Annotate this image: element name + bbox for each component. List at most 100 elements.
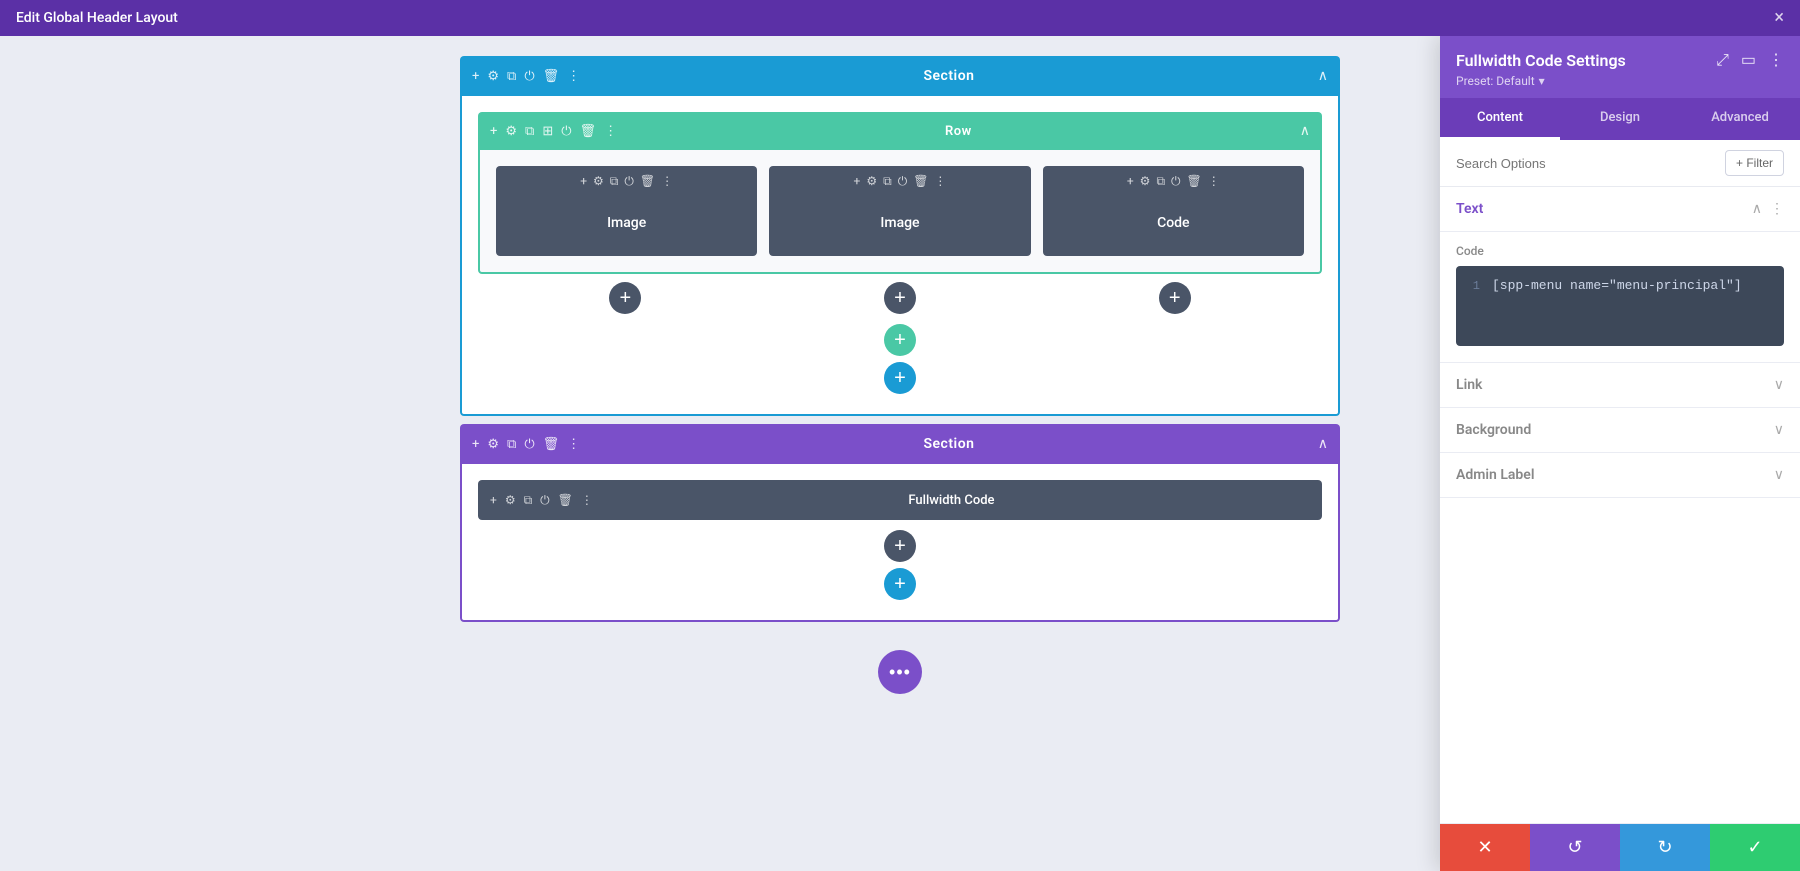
accordion-text-chevron[interactable]: ∧ [1752, 201, 1762, 217]
three-dots-button[interactable]: ••• [878, 650, 922, 694]
undo-button[interactable]: ↺ [1530, 824, 1620, 871]
m2-gear-icon[interactable]: ⚙ [866, 174, 877, 189]
add-module-1-button[interactable]: + [609, 282, 641, 314]
row-trash-icon[interactable]: 🗑 [580, 124, 597, 139]
m1-power-icon[interactable]: ⏻ [624, 174, 634, 189]
module-1-toolbar: + ⚙ ⧉ ⏻ 🗑 ⋮ [580, 174, 673, 189]
add-section2-btn-section: + [478, 566, 1322, 604]
panel-search-row: + Filter [1440, 140, 1800, 187]
row-1-chevron[interactable]: ∧ [1300, 123, 1310, 139]
add-module-2-button[interactable]: + [884, 282, 916, 314]
accordion-admin-label-header[interactable]: Admin Label ∨ [1440, 453, 1800, 497]
panel-expand-icon[interactable]: ⤢ [1716, 50, 1729, 70]
copy-icon[interactable]: ⧉ [507, 69, 516, 84]
code-editor[interactable]: 1 [spp-menu name="menu-principal"] [1456, 266, 1784, 346]
m3-trash-icon[interactable]: 🗑 [1187, 174, 1202, 189]
fw-copy-icon[interactable]: ⧉ [524, 493, 533, 508]
accordion-admin-label: Admin Label ∨ [1440, 453, 1800, 498]
dots-icon[interactable]: ⋮ [567, 69, 580, 84]
row-copy-icon[interactable]: ⧉ [525, 124, 534, 139]
fw-add-icon[interactable]: + [490, 493, 497, 507]
m1-add-icon[interactable]: + [580, 174, 587, 189]
panel-dots-icon[interactable]: ⋮ [1768, 50, 1784, 70]
m3-gear-icon[interactable]: ⚙ [1140, 174, 1151, 189]
accordion-background-title: Background [1456, 422, 1531, 438]
code-label: Code [1456, 244, 1784, 258]
row-dots-icon[interactable]: ⋮ [604, 124, 617, 139]
m1-dots-icon[interactable]: ⋮ [661, 174, 673, 189]
m2-power-icon[interactable]: ⏻ [898, 174, 908, 189]
row-grid-icon[interactable]: ⊞ [542, 124, 553, 139]
m2-add-icon[interactable]: + [854, 174, 861, 189]
add-section-button[interactable]: + [884, 362, 916, 394]
row-add-icon[interactable]: + [490, 124, 497, 139]
tab-design[interactable]: Design [1560, 98, 1680, 140]
module-code-1: + ⚙ ⧉ ⏻ 🗑 ⋮ Code [1043, 166, 1304, 256]
row-power-icon[interactable]: ⏻ [561, 124, 571, 139]
panel-preset-arrow: ▾ [1539, 74, 1545, 88]
row-gear-icon[interactable]: ⚙ [505, 124, 517, 139]
m3-add-icon[interactable]: + [1127, 174, 1134, 189]
m2-dots-icon[interactable]: ⋮ [934, 174, 946, 189]
module-2-toolbar: + ⚙ ⧉ ⏻ 🗑 ⋮ [854, 174, 947, 189]
s2-trash-icon[interactable]: 🗑 [543, 437, 560, 452]
fw-trash-icon[interactable]: 🗑 [558, 493, 573, 507]
section-1-label: Section [580, 68, 1318, 84]
accordion-text-dots[interactable]: ⋮ [1770, 201, 1784, 217]
trash-icon[interactable]: 🗑 [543, 69, 560, 84]
filter-button[interactable]: + Filter [1725, 150, 1784, 176]
panel-columns-icon[interactable]: ▭ [1741, 50, 1756, 70]
accordion-background-icons: ∨ [1774, 422, 1784, 438]
panel-header: Fullwidth Code Settings ⤢ ▭ ⋮ Preset: De… [1440, 36, 1800, 98]
m3-copy-icon[interactable]: ⧉ [1156, 174, 1165, 189]
panel-preset[interactable]: Preset: Default ▾ [1456, 74, 1784, 88]
accordion-link-chevron[interactable]: ∨ [1774, 377, 1784, 393]
panel-tabs: Content Design Advanced [1440, 98, 1800, 140]
m2-trash-icon[interactable]: 🗑 [913, 174, 928, 189]
canvas-content: + ⚙ ⧉ ⏻ 🗑 ⋮ Section ∧ + ⚙ [460, 56, 1340, 871]
m3-power-icon[interactable]: ⏻ [1171, 174, 1181, 189]
module-plus-row: + + + [478, 274, 1322, 314]
add-module-3-button[interactable]: + [1159, 282, 1191, 314]
s2-add-icon[interactable]: + [472, 437, 479, 452]
add-fullwidth-button[interactable]: + [884, 530, 916, 562]
row-1-header: + ⚙ ⧉ ⊞ ⏻ 🗑 ⋮ Row ∧ [478, 112, 1322, 150]
m1-trash-icon[interactable]: 🗑 [640, 174, 655, 189]
redo-button[interactable]: ↻ [1620, 824, 1710, 871]
m2-copy-icon[interactable]: ⧉ [883, 174, 892, 189]
section-2-label: Section [580, 436, 1318, 452]
code-area: Code 1 [spp-menu name="menu-principal"] [1440, 232, 1800, 362]
section-1-chevron[interactable]: ∧ [1318, 68, 1328, 84]
m3-dots-icon[interactable]: ⋮ [1208, 174, 1220, 189]
s2-copy-icon[interactable]: ⧉ [507, 437, 516, 452]
gear-icon[interactable]: ⚙ [487, 69, 499, 84]
accordion-admin-label-title: Admin Label [1456, 467, 1534, 483]
fw-dots-icon[interactable]: ⋮ [581, 493, 593, 507]
s2-power-icon[interactable]: ⏻ [524, 437, 534, 452]
add-section-2-button[interactable]: + [884, 568, 916, 600]
section-2-chevron[interactable]: ∧ [1318, 436, 1328, 452]
fw-power-icon[interactable]: ⏻ [540, 493, 550, 508]
accordion-text: Text ∧ ⋮ Code 1 [spp-menu name="menu-pri… [1440, 187, 1800, 363]
search-input[interactable] [1456, 156, 1717, 171]
add-icon[interactable]: + [472, 69, 479, 84]
m1-copy-icon[interactable]: ⧉ [610, 174, 619, 189]
s2-dots-icon[interactable]: ⋮ [567, 437, 580, 452]
accordion-admin-chevron[interactable]: ∨ [1774, 467, 1784, 483]
accordion-text-header[interactable]: Text ∧ ⋮ [1440, 187, 1800, 232]
tab-advanced[interactable]: Advanced [1680, 98, 1800, 140]
save-button[interactable]: ✓ [1710, 824, 1800, 871]
s2-gear-icon[interactable]: ⚙ [487, 437, 499, 452]
cancel-button[interactable]: ✕ [1440, 824, 1530, 871]
tab-content[interactable]: Content [1440, 98, 1560, 140]
m1-gear-icon[interactable]: ⚙ [593, 174, 604, 189]
power-icon[interactable]: ⏻ [524, 69, 534, 84]
accordion-background-header[interactable]: Background ∨ [1440, 408, 1800, 452]
close-icon[interactable]: × [1774, 9, 1784, 27]
accordion-link-header[interactable]: Link ∨ [1440, 363, 1800, 407]
accordion-background-chevron[interactable]: ∨ [1774, 422, 1784, 438]
fw-gear-icon[interactable]: ⚙ [505, 493, 516, 507]
accordion-link-title: Link [1456, 377, 1482, 393]
accordion-link: Link ∨ [1440, 363, 1800, 408]
add-row-button[interactable]: + [884, 324, 916, 356]
